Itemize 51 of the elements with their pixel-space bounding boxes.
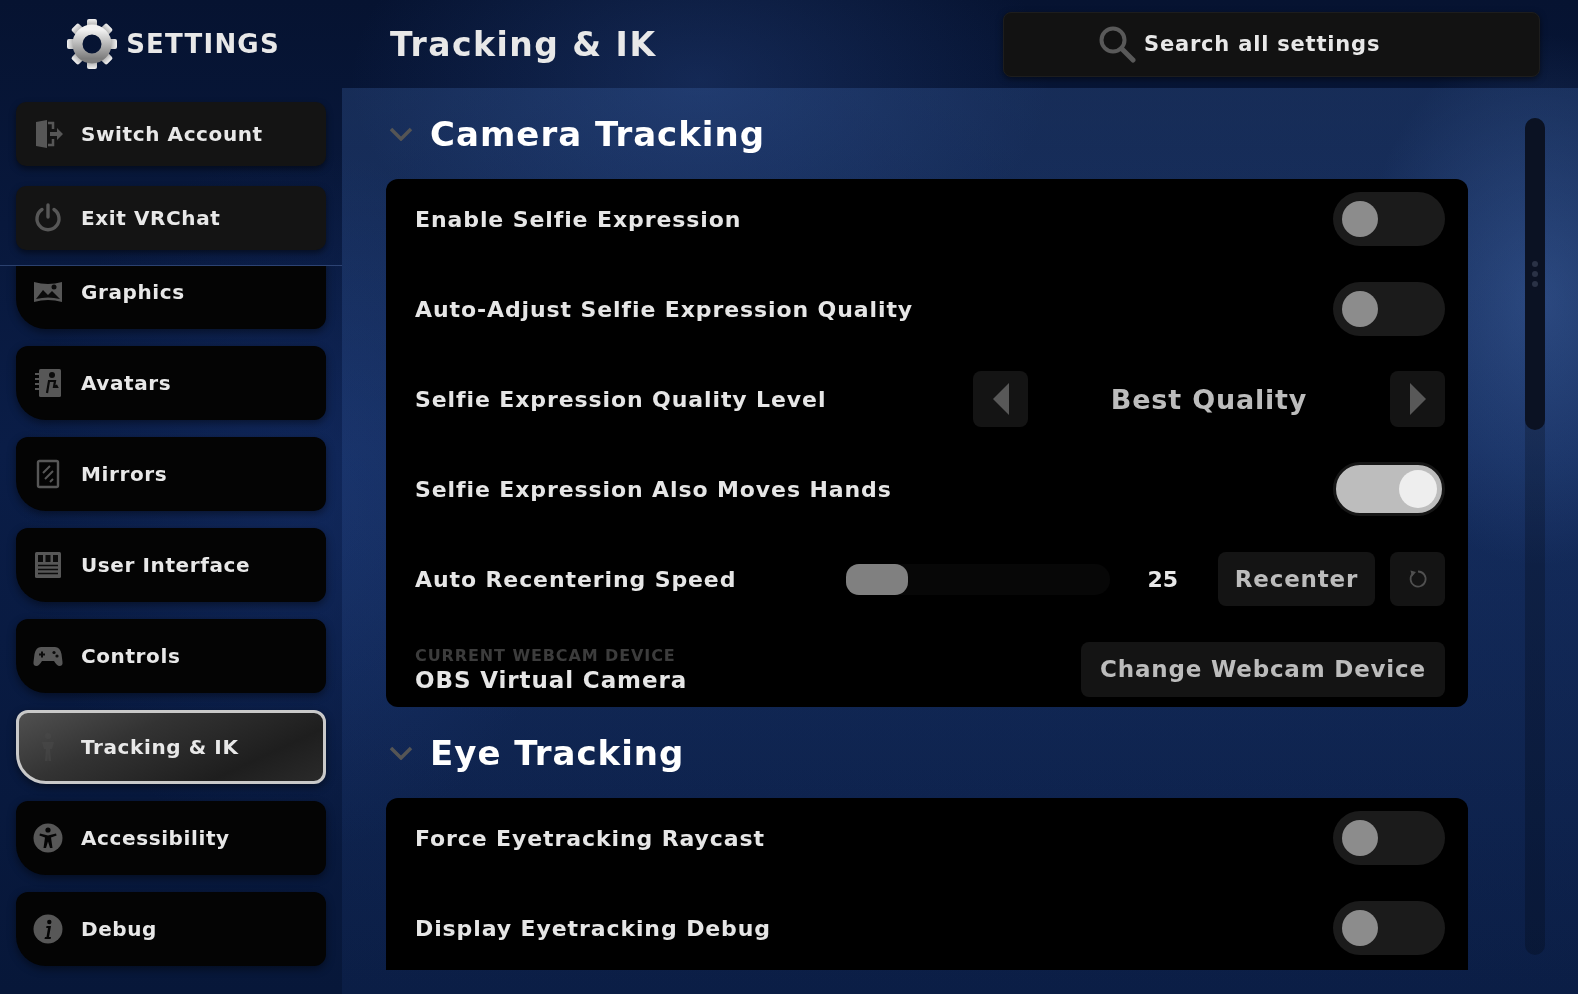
reset-icon — [1407, 569, 1428, 589]
recenter-button[interactable]: Recenter — [1218, 552, 1375, 606]
caret-left-icon — [992, 383, 1009, 415]
section-title: Eye Tracking — [430, 733, 685, 773]
scrollbar-track[interactable] — [1525, 118, 1545, 955]
toggle-switch[interactable] — [1333, 282, 1445, 336]
section-title: Camera Tracking — [430, 114, 766, 154]
field-caption: CURRENT WEBCAM DEVICE — [415, 645, 677, 665]
exit-door-icon — [33, 119, 63, 149]
setting-label: Selfie Expression Also Moves Hands — [415, 476, 893, 502]
toggle-switch[interactable] — [1333, 901, 1445, 955]
setting-label: Auto-Adjust Selfie Expression Quality — [415, 296, 915, 322]
device-name: OBS Virtual Camera — [415, 666, 689, 693]
sidebar-item[interactable]: Controls — [16, 619, 326, 693]
page-title: Tracking & IK — [390, 24, 657, 64]
slider-track[interactable] — [846, 563, 1110, 595]
toggle-switch[interactable] — [1333, 462, 1445, 516]
accessibility-icon — [33, 823, 63, 853]
power-icon — [33, 203, 63, 233]
scrollbar-thumb[interactable] — [1525, 118, 1545, 430]
sidebar-item[interactable]: Debug — [16, 892, 326, 966]
setting-label: Auto Recentering Speed — [415, 566, 738, 592]
next-option-button[interactable] — [1390, 371, 1445, 427]
setting-label: Display Eyetracking Debug — [415, 915, 772, 941]
sidebar-item[interactable]: Avatars — [16, 346, 326, 420]
search-field[interactable]: Search all settings — [1003, 11, 1540, 77]
setting-label: Force Eyetracking Raycast — [415, 825, 766, 851]
sidebar-item[interactable]: Graphics — [16, 266, 326, 329]
setting-label: Enable Selfie Expression — [415, 206, 743, 232]
setting-label: Selfie Expression Quality Level — [415, 386, 828, 412]
search-icon — [1098, 24, 1136, 63]
sidebar-item[interactable]: User Interface — [16, 528, 326, 602]
sidebar-item[interactable]: Mirrors — [16, 437, 326, 511]
sidebar-action-button[interactable]: Exit VRChat — [16, 186, 326, 250]
toggle-switch[interactable] — [1333, 192, 1445, 246]
layout-grid-icon — [33, 550, 63, 580]
toggle-switch[interactable] — [1333, 811, 1445, 865]
settings-title: SETTINGS — [126, 29, 280, 59]
info-icon — [33, 914, 63, 944]
gear-icon — [66, 18, 119, 70]
change-device-button[interactable]: Change Webcam Device — [1081, 641, 1445, 697]
slider-value: 25 — [1146, 566, 1179, 592]
selected-value: Best Quality — [1110, 383, 1308, 415]
sidebar-item[interactable]: Tracking & IK — [16, 710, 326, 784]
caret-right-icon — [1409, 383, 1426, 415]
sidebar-action-button[interactable]: Switch Account — [16, 102, 326, 166]
sidebar-item[interactable]: Accessibility — [16, 801, 326, 875]
slider-thumb[interactable] — [846, 563, 908, 595]
person-card-icon — [33, 368, 63, 398]
previous-option-button[interactable] — [973, 371, 1028, 427]
grip-dots-icon — [1532, 261, 1538, 287]
